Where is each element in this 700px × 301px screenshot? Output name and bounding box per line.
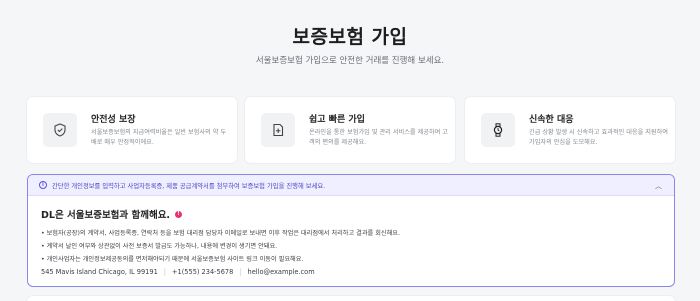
list-item: • 계약서 날인 여부와 상관없이 사전 보증서 발급도 가능하나, 내용에 변… bbox=[41, 243, 278, 250]
alert-badge: ! bbox=[175, 210, 183, 218]
feature-description: 긴급 상황 발생 시 신속하고 효과적인 대응을 지원하여 가입자의 안심을 도… bbox=[529, 129, 669, 146]
notice-header[interactable]: i 간단한 개인정보를 입력하고 사업자등록증, 제품 공급계약서를 첨부하여 … bbox=[28, 175, 674, 196]
notice-body: DL은 서울보증보험과 함께해요. ! • 보험자(공장)의 계약서, 사업등록… bbox=[28, 196, 674, 276]
list-item: • 보험자(공장)의 계약서, 사업등록증, 연락처 등을 보험 대리점 담당자… bbox=[41, 230, 400, 237]
info-icon: i bbox=[39, 181, 47, 189]
feature-title: 쉽고 빠른 가입 bbox=[309, 115, 365, 125]
contact-info: 545 Mavis Island Chicago, IL 99191 | +1(… bbox=[41, 268, 661, 276]
page-title: 보증보험 가입 bbox=[292, 26, 408, 48]
feature-title: 안전성 보장 bbox=[91, 115, 136, 125]
next-section-edge bbox=[27, 296, 675, 301]
feature-description: 서울보증보험의 지급여력비율은 일반 보험사의 약 두배로 매우 안정적이에요. bbox=[91, 129, 227, 146]
notice-panel: i 간단한 개인정보를 입력하고 사업자등록증, 제품 공급계약서를 첨부하여 … bbox=[27, 174, 675, 287]
feature-card-fast: 신속한 대응 긴급 상황 발생 시 신속하고 효과적인 대응을 지원하여 가입자… bbox=[465, 97, 675, 163]
notice-bullets: • 보험자(공장)의 계약서, 사업등록증, 연락처 등을 보험 대리점 담당자… bbox=[41, 227, 661, 266]
watch-icon bbox=[481, 113, 515, 147]
notice-title-text: DL은 서울보증보험과 함께해요. bbox=[41, 210, 171, 221]
divider: | bbox=[163, 268, 167, 276]
page-subtitle: 서울보증보험 가입으로 안전한 거래를 진행해 보세요. bbox=[255, 56, 445, 66]
list-item: • 개인사업자는 개인정보제공동의를 면저해야되기 때문에 서울보증보험 사이트… bbox=[41, 256, 304, 263]
shield-check-icon bbox=[43, 113, 77, 147]
feature-card-safety: 안전성 보장 서울보증보험의 지급여력비율은 일반 보험사의 약 두배로 매우 … bbox=[27, 97, 237, 163]
document-add-icon bbox=[261, 113, 295, 147]
feature-title: 신속한 대응 bbox=[529, 115, 574, 125]
divider: | bbox=[239, 268, 242, 276]
notice-header-text: 간단한 개인정보를 입력하고 사업자등록증, 제품 공급계약서를 첨부하여 보증… bbox=[52, 182, 326, 190]
contact-phone: +1(555) 234-5678 bbox=[172, 268, 234, 276]
notice-title: DL은 서울보증보험과 함께해요. ! bbox=[41, 207, 661, 221]
feature-description: 온라인을 통한 보험가입 및 관리 서비스를 제공하여 고객의 편의를 제공해요… bbox=[309, 129, 449, 146]
contact-email: hello@example.com bbox=[247, 268, 315, 276]
feature-card-easy: 쉽고 빠른 가입 온라인을 통한 보험가입 및 관리 서비스를 제공하여 고객의… bbox=[245, 97, 455, 163]
contact-address: 545 Mavis Island Chicago, IL 99191 bbox=[41, 268, 158, 276]
chevron-up-icon[interactable]: ︿ bbox=[655, 181, 662, 191]
